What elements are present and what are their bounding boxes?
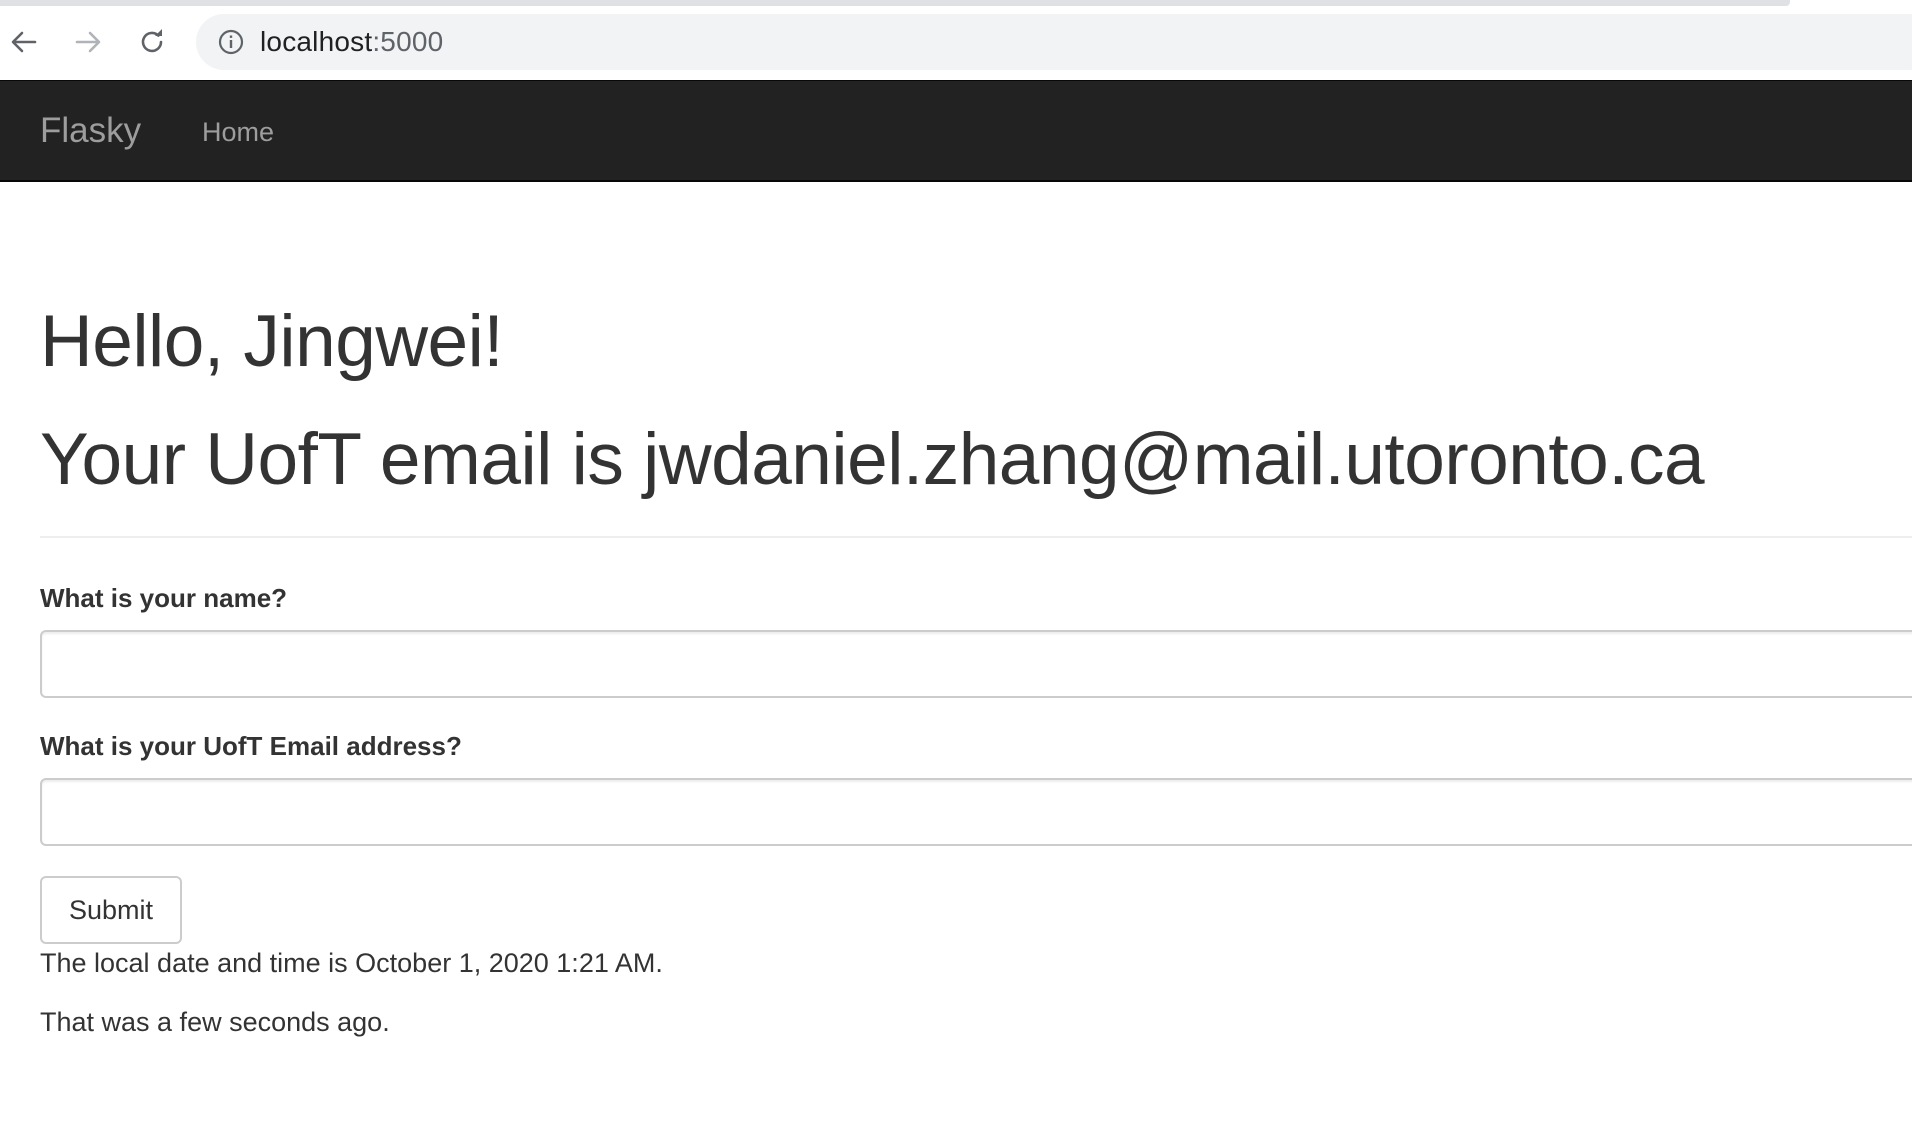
url-text: localhost:5000 — [260, 26, 443, 58]
page-header-divider — [40, 536, 1912, 538]
submit-button[interactable]: Submit — [40, 876, 182, 944]
forward-button[interactable] — [68, 22, 108, 62]
tab-strip — [0, 0, 1790, 6]
back-button[interactable] — [4, 22, 44, 62]
nav-link-home[interactable]: Home — [202, 115, 274, 149]
email-label: What is your UofT Email address? — [40, 731, 462, 761]
address-bar[interactable]: localhost:5000 — [196, 14, 1912, 70]
local-time-text: The local date and time is October 1, 20… — [40, 948, 663, 978]
relative-time-text: That was a few seconds ago. — [40, 1007, 390, 1037]
name-input[interactable] — [40, 630, 1912, 698]
greeting-heading: Hello, Jingwei! — [40, 301, 504, 382]
url-host: localhost — [260, 26, 373, 57]
email-heading: Your UofT email is jwdaniel.zhang@mail.u… — [40, 419, 1705, 500]
arrow-left-icon — [10, 28, 38, 56]
navbar-brand[interactable]: Flasky — [40, 111, 141, 151]
reload-icon — [137, 27, 167, 57]
email-input[interactable] — [40, 778, 1912, 846]
arrow-right-icon — [74, 28, 102, 56]
name-label: What is your name? — [40, 583, 288, 613]
reload-button[interactable] — [132, 22, 172, 62]
info-icon[interactable] — [216, 27, 246, 57]
url-port: :5000 — [372, 26, 444, 57]
navbar: Flasky Home — [0, 80, 1912, 182]
browser-toolbar: localhost:5000 — [0, 0, 1912, 80]
